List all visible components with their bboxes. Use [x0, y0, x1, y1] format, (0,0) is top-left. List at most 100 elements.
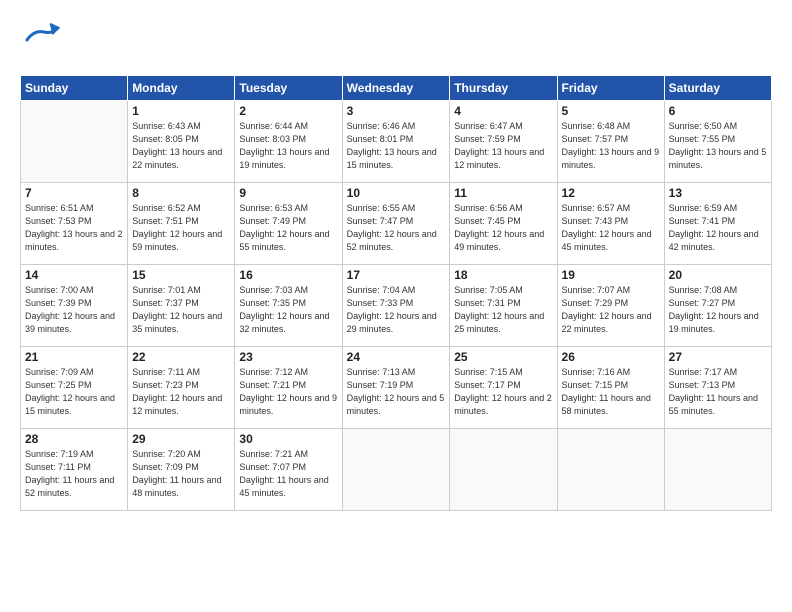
day-detail: Sunrise: 7:16 AM Sunset: 7:15 PM Dayligh…	[562, 366, 660, 418]
calendar-cell	[664, 429, 771, 511]
calendar-cell: 27 Sunrise: 7:17 AM Sunset: 7:13 PM Dayli…	[664, 347, 771, 429]
day-number: 22	[132, 350, 230, 364]
day-detail: Sunrise: 7:15 AM Sunset: 7:17 PM Dayligh…	[454, 366, 552, 418]
calendar-cell: 25 Sunrise: 7:15 AM Sunset: 7:17 PM Dayli…	[450, 347, 557, 429]
calendar-table: SundayMondayTuesdayWednesdayThursdayFrid…	[20, 75, 772, 511]
day-detail: Sunrise: 7:08 AM Sunset: 7:27 PM Dayligh…	[669, 284, 767, 336]
calendar-cell: 10 Sunrise: 6:55 AM Sunset: 7:47 PM Dayli…	[342, 183, 450, 265]
calendar-cell	[342, 429, 450, 511]
day-number: 19	[562, 268, 660, 282]
calendar-cell: 16 Sunrise: 7:03 AM Sunset: 7:35 PM Dayli…	[235, 265, 342, 347]
day-number: 11	[454, 186, 552, 200]
calendar-week-1: 1 Sunrise: 6:43 AM Sunset: 8:05 PM Daylig…	[21, 101, 772, 183]
day-number: 9	[239, 186, 337, 200]
calendar-cell: 24 Sunrise: 7:13 AM Sunset: 7:19 PM Dayli…	[342, 347, 450, 429]
day-detail: Sunrise: 7:12 AM Sunset: 7:21 PM Dayligh…	[239, 366, 337, 418]
day-number: 10	[347, 186, 446, 200]
day-number: 2	[239, 104, 337, 118]
day-number: 28	[25, 432, 123, 446]
calendar-cell: 13 Sunrise: 6:59 AM Sunset: 7:41 PM Dayli…	[664, 183, 771, 265]
day-detail: Sunrise: 6:55 AM Sunset: 7:47 PM Dayligh…	[347, 202, 446, 254]
day-number: 3	[347, 104, 446, 118]
day-number: 30	[239, 432, 337, 446]
day-detail: Sunrise: 6:43 AM Sunset: 8:05 PM Dayligh…	[132, 120, 230, 172]
day-detail: Sunrise: 6:47 AM Sunset: 7:59 PM Dayligh…	[454, 120, 552, 172]
day-number: 21	[25, 350, 123, 364]
calendar-cell: 26 Sunrise: 7:16 AM Sunset: 7:15 PM Dayli…	[557, 347, 664, 429]
day-detail: Sunrise: 6:51 AM Sunset: 7:53 PM Dayligh…	[25, 202, 123, 254]
day-detail: Sunrise: 6:56 AM Sunset: 7:45 PM Dayligh…	[454, 202, 552, 254]
calendar-cell: 20 Sunrise: 7:08 AM Sunset: 7:27 PM Dayli…	[664, 265, 771, 347]
day-detail: Sunrise: 6:46 AM Sunset: 8:01 PM Dayligh…	[347, 120, 446, 172]
header	[20, 18, 772, 65]
day-detail: Sunrise: 7:01 AM Sunset: 7:37 PM Dayligh…	[132, 284, 230, 336]
calendar-cell: 2 Sunrise: 6:44 AM Sunset: 8:03 PM Daylig…	[235, 101, 342, 183]
day-number: 29	[132, 432, 230, 446]
calendar-week-4: 21 Sunrise: 7:09 AM Sunset: 7:25 PM Dayli…	[21, 347, 772, 429]
calendar-header-monday: Monday	[128, 76, 235, 101]
calendar-header-wednesday: Wednesday	[342, 76, 450, 101]
day-detail: Sunrise: 6:44 AM Sunset: 8:03 PM Dayligh…	[239, 120, 337, 172]
calendar-header-tuesday: Tuesday	[235, 76, 342, 101]
day-detail: Sunrise: 7:13 AM Sunset: 7:19 PM Dayligh…	[347, 366, 446, 418]
day-detail: Sunrise: 7:00 AM Sunset: 7:39 PM Dayligh…	[25, 284, 123, 336]
day-number: 12	[562, 186, 660, 200]
day-number: 20	[669, 268, 767, 282]
day-number: 4	[454, 104, 552, 118]
calendar-cell: 18 Sunrise: 7:05 AM Sunset: 7:31 PM Dayli…	[450, 265, 557, 347]
day-number: 7	[25, 186, 123, 200]
calendar-header-thursday: Thursday	[450, 76, 557, 101]
day-detail: Sunrise: 6:52 AM Sunset: 7:51 PM Dayligh…	[132, 202, 230, 254]
calendar-header-friday: Friday	[557, 76, 664, 101]
day-number: 25	[454, 350, 552, 364]
day-detail: Sunrise: 7:09 AM Sunset: 7:25 PM Dayligh…	[25, 366, 123, 418]
day-number: 6	[669, 104, 767, 118]
calendar-cell: 28 Sunrise: 7:19 AM Sunset: 7:11 PM Dayli…	[21, 429, 128, 511]
day-detail: Sunrise: 7:04 AM Sunset: 7:33 PM Dayligh…	[347, 284, 446, 336]
calendar-cell: 15 Sunrise: 7:01 AM Sunset: 7:37 PM Dayli…	[128, 265, 235, 347]
day-number: 17	[347, 268, 446, 282]
day-number: 13	[669, 186, 767, 200]
day-number: 1	[132, 104, 230, 118]
day-detail: Sunrise: 6:53 AM Sunset: 7:49 PM Dayligh…	[239, 202, 337, 254]
day-number: 24	[347, 350, 446, 364]
calendar-cell: 9 Sunrise: 6:53 AM Sunset: 7:49 PM Daylig…	[235, 183, 342, 265]
day-detail: Sunrise: 6:57 AM Sunset: 7:43 PM Dayligh…	[562, 202, 660, 254]
day-detail: Sunrise: 7:05 AM Sunset: 7:31 PM Dayligh…	[454, 284, 552, 336]
day-detail: Sunrise: 7:20 AM Sunset: 7:09 PM Dayligh…	[132, 448, 230, 500]
calendar-header-row: SundayMondayTuesdayWednesdayThursdayFrid…	[21, 76, 772, 101]
day-number: 16	[239, 268, 337, 282]
calendar-cell: 6 Sunrise: 6:50 AM Sunset: 7:55 PM Daylig…	[664, 101, 771, 183]
calendar-cell: 30 Sunrise: 7:21 AM Sunset: 7:07 PM Dayli…	[235, 429, 342, 511]
calendar-cell: 4 Sunrise: 6:47 AM Sunset: 7:59 PM Daylig…	[450, 101, 557, 183]
calendar-cell	[21, 101, 128, 183]
day-number: 23	[239, 350, 337, 364]
calendar-cell: 17 Sunrise: 7:04 AM Sunset: 7:33 PM Dayli…	[342, 265, 450, 347]
calendar-header-saturday: Saturday	[664, 76, 771, 101]
calendar-cell: 8 Sunrise: 6:52 AM Sunset: 7:51 PM Daylig…	[128, 183, 235, 265]
day-detail: Sunrise: 6:48 AM Sunset: 7:57 PM Dayligh…	[562, 120, 660, 172]
day-number: 5	[562, 104, 660, 118]
calendar-cell: 3 Sunrise: 6:46 AM Sunset: 8:01 PM Daylig…	[342, 101, 450, 183]
calendar-cell	[557, 429, 664, 511]
calendar-week-5: 28 Sunrise: 7:19 AM Sunset: 7:11 PM Dayli…	[21, 429, 772, 511]
calendar-cell: 23 Sunrise: 7:12 AM Sunset: 7:21 PM Dayli…	[235, 347, 342, 429]
day-detail: Sunrise: 7:21 AM Sunset: 7:07 PM Dayligh…	[239, 448, 337, 500]
day-detail: Sunrise: 6:50 AM Sunset: 7:55 PM Dayligh…	[669, 120, 767, 172]
day-number: 14	[25, 268, 123, 282]
day-detail: Sunrise: 7:19 AM Sunset: 7:11 PM Dayligh…	[25, 448, 123, 500]
logo-icon	[20, 18, 62, 60]
day-detail: Sunrise: 7:03 AM Sunset: 7:35 PM Dayligh…	[239, 284, 337, 336]
calendar-cell: 22Sunrise: 7:11 AM Sunset: 7:23 PM Dayli…	[128, 347, 235, 429]
calendar-cell: 5 Sunrise: 6:48 AM Sunset: 7:57 PM Daylig…	[557, 101, 664, 183]
day-number: 27	[669, 350, 767, 364]
calendar-week-3: 14 Sunrise: 7:00 AM Sunset: 7:39 PM Dayli…	[21, 265, 772, 347]
day-number: 26	[562, 350, 660, 364]
day-number: 15	[132, 268, 230, 282]
day-detail: Sunrise: 7:17 AM Sunset: 7:13 PM Dayligh…	[669, 366, 767, 418]
calendar-header-sunday: Sunday	[21, 76, 128, 101]
day-number: 8	[132, 186, 230, 200]
day-detail: Sunrise: 6:59 AM Sunset: 7:41 PM Dayligh…	[669, 202, 767, 254]
day-number: 18	[454, 268, 552, 282]
calendar-cell	[450, 429, 557, 511]
